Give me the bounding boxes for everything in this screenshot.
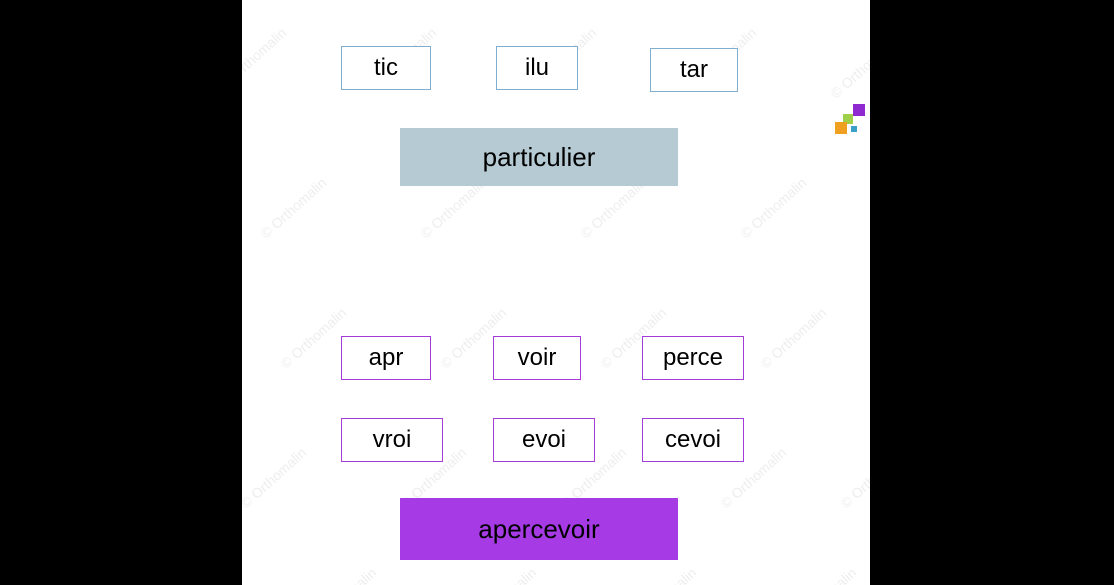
answer-word: particulier xyxy=(400,128,678,186)
syllable-tile[interactable]: perce xyxy=(642,336,744,380)
syllable-text: apr xyxy=(369,344,404,372)
answer-text: apercevoir xyxy=(478,514,599,545)
syllable-text: ilu xyxy=(525,54,549,82)
syllable-text: cevoi xyxy=(665,426,721,454)
syllable-text: evoi xyxy=(522,426,566,454)
brand-logo-icon xyxy=(829,104,865,136)
watermark-text: © Orthomalin xyxy=(827,34,870,101)
syllable-text: tic xyxy=(374,54,398,82)
watermark-text: © Orthomalin xyxy=(242,444,309,511)
watermark-text: © Orthomalin xyxy=(737,174,809,241)
syllable-text: voir xyxy=(518,344,557,372)
syllable-tile[interactable]: apr xyxy=(341,336,431,380)
syllable-text: tar xyxy=(680,56,708,84)
syllable-tile[interactable]: ilu xyxy=(496,46,578,90)
syllable-tile[interactable]: tic xyxy=(341,46,431,90)
syllable-tile[interactable]: evoi xyxy=(493,418,595,462)
watermark-text: © Orthomalin xyxy=(787,564,859,585)
watermark-text: © Orthomalin xyxy=(627,564,699,585)
syllable-tile[interactable]: tar xyxy=(650,48,738,92)
syllable-tile[interactable]: vroi xyxy=(341,418,443,462)
syllable-text: perce xyxy=(663,344,723,372)
answer-text: particulier xyxy=(483,142,596,173)
watermark-text: © Orthomalin xyxy=(242,24,289,91)
watermark-text: © Orthomalin xyxy=(277,304,349,371)
watermark-text: © Orthomalin xyxy=(257,174,329,241)
watermark-text: © Orthomalin xyxy=(307,564,379,585)
syllable-tile[interactable]: voir xyxy=(493,336,581,380)
syllable-tile[interactable]: cevoi xyxy=(642,418,744,462)
watermark-text: © Orthomalin xyxy=(757,304,829,371)
syllable-text: vroi xyxy=(373,426,412,454)
watermark-text: © Orthomalin xyxy=(467,564,539,585)
watermark-text: © Orthomalin xyxy=(837,444,870,511)
answer-word: apercevoir xyxy=(400,498,678,560)
